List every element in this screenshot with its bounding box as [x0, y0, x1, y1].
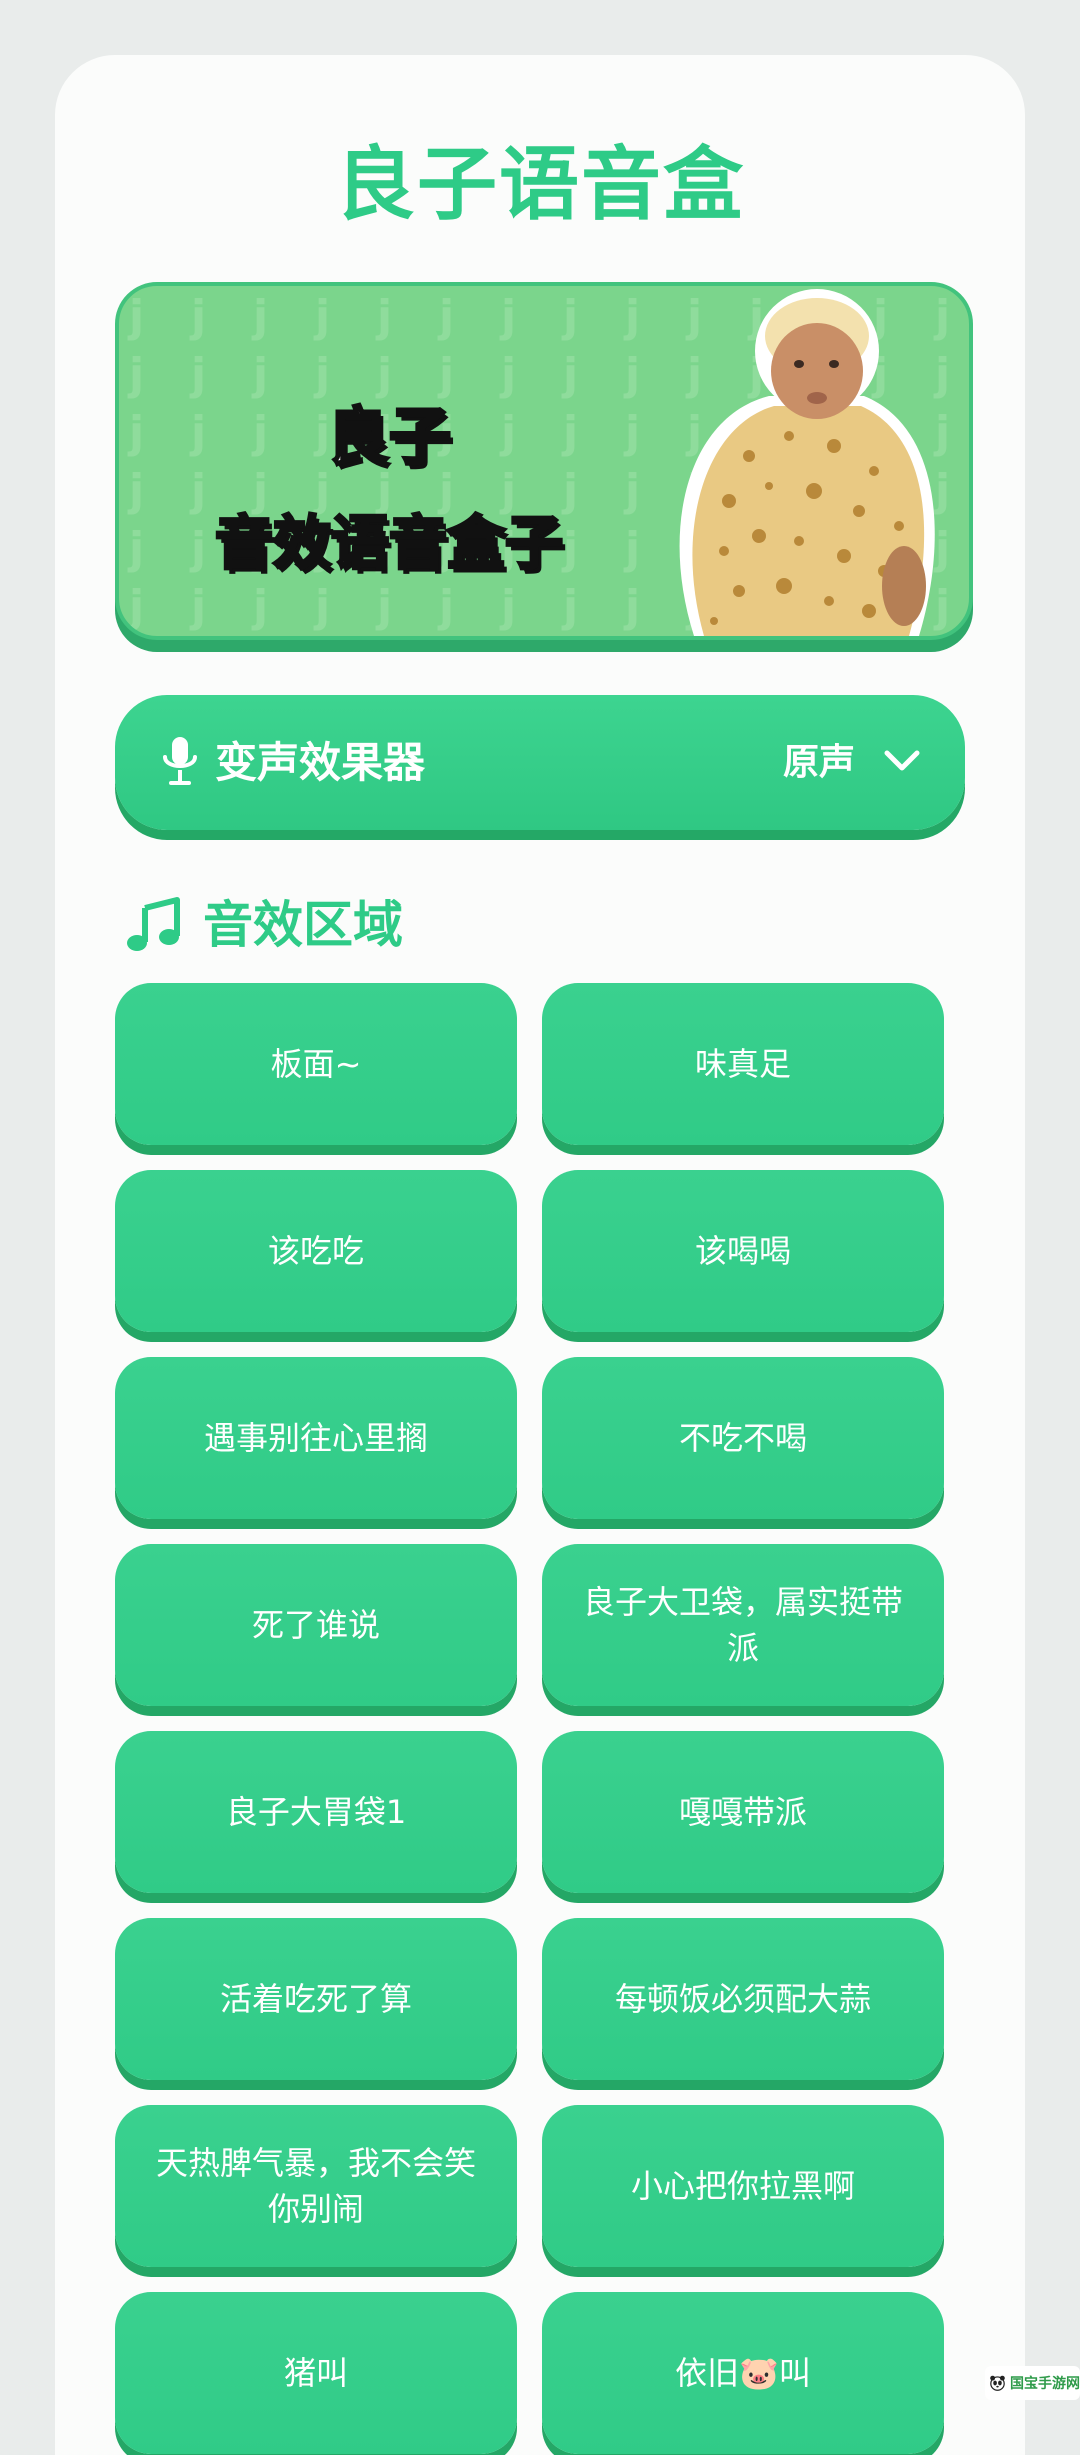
sound-button[interactable]: 活着吃死了算	[115, 1918, 517, 2080]
sound-button[interactable]: 板面~	[115, 983, 517, 1145]
banner-subtitle: 音效语音盒子	[213, 508, 564, 579]
sound-button[interactable]: 不吃不喝	[542, 1357, 944, 1519]
sound-button[interactable]: 该吃吃	[115, 1170, 517, 1332]
sound-button[interactable]: 该喝喝	[542, 1170, 944, 1332]
sound-button[interactable]: 天热脾气暴，我不会笑你别闹	[115, 2105, 517, 2267]
sound-button[interactable]: 依旧🐷叫	[542, 2292, 944, 2454]
sound-button[interactable]: 嘎嘎带派	[542, 1731, 944, 1893]
sound-button[interactable]: 猪叫	[115, 2292, 517, 2454]
watermark-text: 国宝手游网	[1010, 2376, 1080, 2392]
app-title: 良子语音盒	[335, 138, 745, 231]
sound-section-title: 音效区域	[203, 896, 403, 954]
panda-logo-icon	[990, 2375, 1005, 2391]
sound-button[interactable]: 良子大胃袋1	[115, 1731, 517, 1893]
sound-button[interactable]: 良子大卫袋，属实挺带派	[542, 1544, 944, 1706]
chevron-down-icon	[884, 750, 920, 771]
microphone-icon	[163, 737, 197, 785]
voice-changer-selected-value: 原声	[782, 742, 855, 783]
sound-button[interactable]: 小心把你拉黑啊	[542, 2105, 944, 2267]
site-watermark-logo: 国宝手游网	[985, 2366, 1080, 2400]
sound-button[interactable]: 味真足	[542, 983, 944, 1145]
banner-image: j 良子 音效语音盒子	[115, 282, 973, 640]
voice-changer-dropdown[interactable]: 变声效果器 原声	[115, 695, 965, 830]
mascot-illustration	[679, 289, 935, 636]
sound-button[interactable]: 每顿饭必须配大蒜	[542, 1918, 944, 2080]
sound-button[interactable]: 死了谁说	[115, 1544, 517, 1706]
voice-changer-label: 变声效果器	[215, 738, 426, 787]
sound-button[interactable]: 遇事别往心里搁	[115, 1357, 517, 1519]
music-note-icon	[127, 897, 180, 951]
banner-title: 良子	[325, 399, 452, 475]
